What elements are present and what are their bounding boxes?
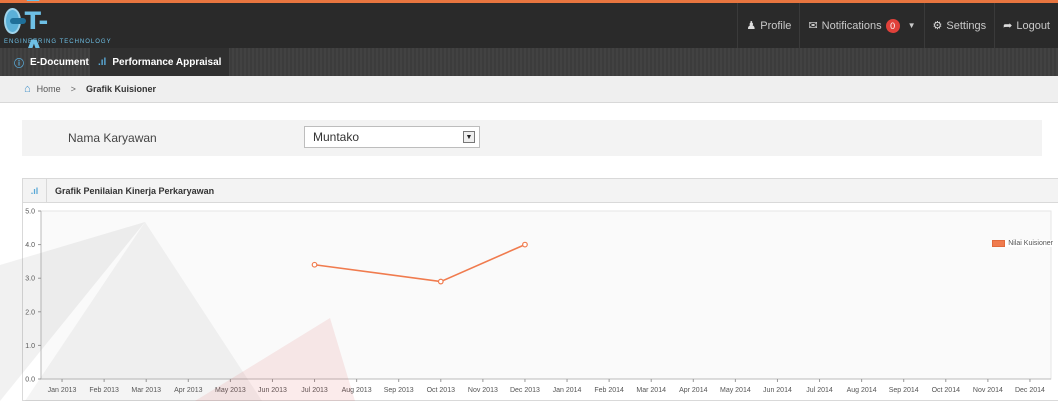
module-bar: ⓘ E-Document .ıl Performance Appraisal <box>0 48 1058 76</box>
plot-area <box>40 210 1052 380</box>
breadcrumb-current: Grafik Kuisioner <box>85 84 156 94</box>
chart-svg: 0.0 1.0 2.0 3.0 4.0 5.0 Jan 2013 Feb 2013 Mar 20… <box>25 209 1052 394</box>
x-tick-label: Jun 2013 <box>258 387 287 394</box>
share-arrow-icon: ➦ <box>1003 20 1013 32</box>
employee-select[interactable]: Muntako ▼ <box>304 126 480 148</box>
x-tick-label: Apr 2014 <box>679 387 708 394</box>
x-tick-label: Apr 2013 <box>174 387 203 394</box>
y-tick-label: 3.0 <box>25 276 35 283</box>
employee-select-value: Muntako <box>313 130 360 144</box>
x-tick-label: Nov 2013 <box>468 387 498 394</box>
bar-chart-icon: .ıl <box>98 56 107 68</box>
x-tick-label: Oct 2013 <box>427 387 456 394</box>
profile-label: Profile <box>760 19 792 32</box>
module-tab-performance-appraisal[interactable]: .ıl Performance Appraisal <box>90 48 230 76</box>
chart-panel: .ıl Grafik Penilaian Kinerja Perkaryawan… <box>22 178 1058 401</box>
logo-emblem-icon <box>4 8 26 34</box>
performance-chart: 0.0 1.0 2.0 3.0 4.0 5.0 Jan 2013 Feb 2013 Mar 20… <box>23 203 1058 402</box>
bar-chart-icon: .ıl <box>23 178 47 203</box>
y-tick-label: 0.0 <box>25 377 35 384</box>
logo-tagline: ENGINEERING TECHNOLOGY <box>4 39 112 45</box>
top-navbar: E-T-A ENGINEERING TECHNOLOGY ♟ Profile ✉… <box>0 0 1058 63</box>
notifications-count-badge: 0 <box>885 18 900 33</box>
gear-icon: ⚙ <box>932 20 943 32</box>
caret-down-icon: ▼ <box>907 21 916 30</box>
data-point <box>522 241 528 248</box>
y-tick-label: 1.0 <box>25 343 35 350</box>
select-arrow-icon[interactable]: ▼ <box>463 131 475 143</box>
y-tick-label: 4.0 <box>25 242 35 249</box>
top-nav-menu: ♟ Profile ✉ Notifications 0 ▼ ⚙ Settings… <box>737 3 1058 48</box>
x-tick-label: Dec 2014 <box>1015 387 1045 394</box>
x-tick-label: Feb 2014 <box>594 387 624 394</box>
notifications-label: Notifications <box>821 19 882 32</box>
breadcrumb: ⌂ Home > Grafik Kuisioner <box>0 76 1058 103</box>
x-tick-label: May 2014 <box>720 387 751 394</box>
x-tick-label: Jul 2014 <box>806 387 833 394</box>
module-tab-e-document[interactable]: ⓘ E-Document <box>6 48 97 76</box>
employee-filter: Nama Karyawan Muntako ▼ <box>22 120 1042 156</box>
notifications-dropdown[interactable]: ✉ Notifications 0 ▼ <box>799 3 923 48</box>
info-circle-icon: ⓘ <box>14 58 24 70</box>
legend-swatch <box>992 240 1006 247</box>
x-tick-label: Jul 2013 <box>301 387 328 394</box>
x-tick-label: Sep 2013 <box>384 387 414 394</box>
breadcrumb-separator: > <box>70 84 76 94</box>
data-point <box>311 261 318 268</box>
x-tick-label: Nov 2014 <box>973 387 1003 394</box>
module-tab-label: E-Document <box>30 56 89 68</box>
settings-link[interactable]: ⚙ Settings <box>923 3 995 48</box>
x-tick-label: Feb 2013 <box>89 387 119 394</box>
chart-panel-title: Grafik Penilaian Kinerja Perkaryawan <box>55 185 215 196</box>
module-tab-label: Performance Appraisal <box>112 56 222 68</box>
logout-label: Logout <box>1016 19 1050 32</box>
chart-legend[interactable]: Nilai Kuisioner <box>992 240 1053 247</box>
x-tick-label: Dec 2013 <box>510 387 540 394</box>
employee-filter-label: Nama Karyawan <box>68 131 157 145</box>
x-tick-label: May 2013 <box>215 387 246 394</box>
x-tick-label: Jan 2014 <box>553 387 582 394</box>
home-icon[interactable]: ⌂ <box>24 83 31 95</box>
settings-label: Settings <box>946 19 987 32</box>
x-tick-label: Aug 2014 <box>847 387 877 394</box>
x-tick-label: Mar 2014 <box>636 387 666 394</box>
x-tick-label: Aug 2013 <box>342 387 372 394</box>
x-tick-label: Oct 2014 <box>932 387 961 394</box>
breadcrumb-home-link[interactable]: Home <box>37 84 61 94</box>
x-tick-label: Mar 2013 <box>131 387 161 394</box>
y-tick-label: 2.0 <box>25 309 35 316</box>
logout-link[interactable]: ➦ Logout <box>994 3 1058 48</box>
user-icon: ♟ <box>746 20 757 32</box>
x-tick-label: Jan 2013 <box>48 387 77 394</box>
data-point <box>437 278 444 285</box>
x-tick-label: Jun 2014 <box>763 387 792 394</box>
y-tick-label: 5.0 <box>25 209 35 216</box>
envelope-icon: ✉ <box>808 20 818 32</box>
chart-panel-header: .ıl Grafik Penilaian Kinerja Perkaryawan <box>23 178 1058 203</box>
profile-link[interactable]: ♟ Profile <box>737 3 799 48</box>
x-tick-label: Sep 2014 <box>889 387 919 394</box>
legend-label: Nilai Kuisioner <box>1008 240 1053 247</box>
